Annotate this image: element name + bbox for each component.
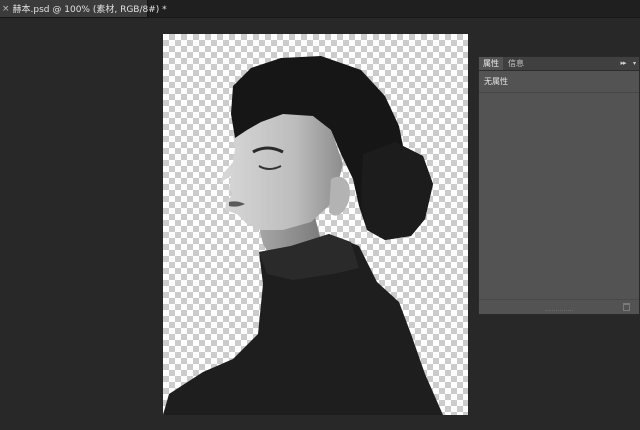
document-tab-bar: × 赫本.psd @ 100% (素材, RGB/8#) * xyxy=(0,0,640,18)
collapse-panel-icon[interactable]: ▸▸ xyxy=(618,57,628,70)
properties-panel: 属性 信息 ▸▸ ▾ 无属性 xyxy=(478,56,640,315)
document-tab-title: 赫本.psd @ 100% (素材, RGB/8#) * xyxy=(12,5,167,15)
panel-footer xyxy=(479,299,639,314)
no-properties-label: 无属性 xyxy=(484,77,508,86)
resize-grip[interactable] xyxy=(545,310,573,313)
photoshop-window: × 赫本.psd @ 100% (素材, RGB/8#) * 属性 信息 ▸▸ … xyxy=(0,0,640,430)
tab-properties[interactable]: 属性 xyxy=(479,57,503,70)
panel-divider xyxy=(479,92,639,93)
document-tab[interactable]: × 赫本.psd @ 100% (素材, RGB/8#) * xyxy=(0,0,167,17)
close-icon[interactable]: × xyxy=(2,4,10,14)
document-canvas[interactable] xyxy=(163,34,468,415)
portrait-image xyxy=(163,56,443,415)
panel-tab-bar: 属性 信息 ▸▸ ▾ xyxy=(479,57,639,71)
tab-info[interactable]: 信息 xyxy=(504,57,528,70)
trash-icon[interactable] xyxy=(623,303,630,311)
panel-menu-icon[interactable]: ▾ xyxy=(630,57,639,70)
